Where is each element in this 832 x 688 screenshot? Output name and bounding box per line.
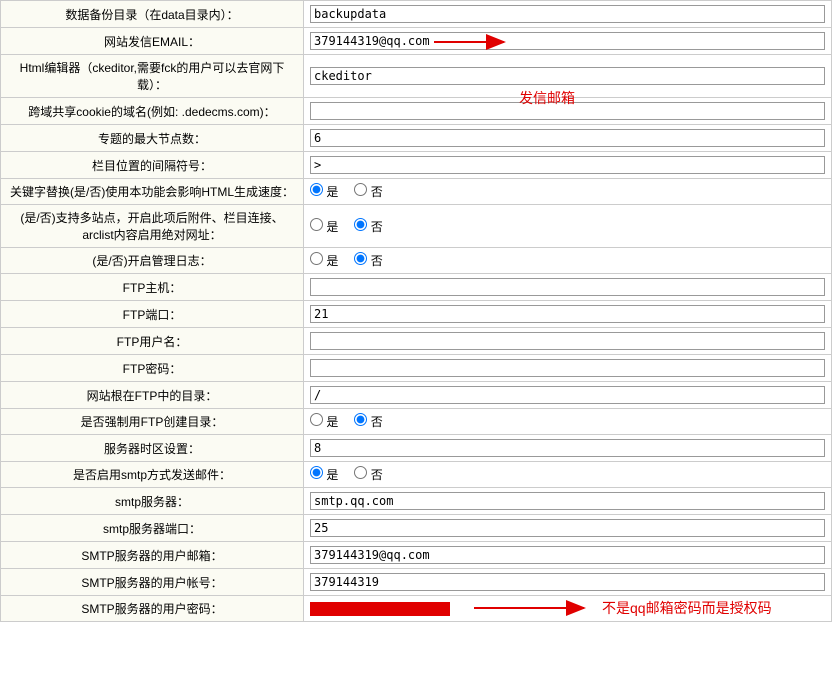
input-site-email[interactable] — [310, 32, 825, 50]
radio-adminlog-yes[interactable] — [310, 252, 323, 265]
label-smtp-server: smtp服务器： — [1, 488, 304, 515]
input-smtp-port[interactable] — [310, 519, 825, 537]
radio-keyword-yes[interactable] — [310, 183, 323, 196]
input-ftp-pass[interactable] — [310, 359, 825, 377]
label-html-editor: Html编辑器（ckeditor,需要fck的用户可以去官网下载）： — [1, 55, 304, 98]
label-smtp-email: SMTP服务器的用户邮箱： — [1, 542, 304, 569]
label-multisite: (是/否)支持多站点，开启此项后附件、栏目连接、arclist内容启用绝对网址： — [1, 205, 304, 248]
label-max-nodes: 专题的最大节点数： — [1, 125, 304, 152]
radio-smtp-yes[interactable] — [310, 466, 323, 479]
radio-smtp-no[interactable] — [354, 466, 367, 479]
input-column-sep[interactable] — [310, 156, 825, 174]
input-smtp-email[interactable] — [310, 546, 825, 564]
label-site-email: 网站发信EMAIL： — [1, 28, 304, 55]
input-html-editor[interactable] — [310, 67, 825, 85]
label-smtp-enable: 是否启用smtp方式发送邮件： — [1, 462, 304, 488]
label-ftp-host: FTP主机： — [1, 274, 304, 301]
label-ftp-pass: FTP密码： — [1, 355, 304, 382]
label-ftp-user: FTP用户名： — [1, 328, 304, 355]
input-backup-dir[interactable] — [310, 5, 825, 23]
label-ftp-force: 是否强制用FTP创建目录： — [1, 409, 304, 435]
input-ftp-host[interactable] — [310, 278, 825, 296]
label-ftp-port: FTP端口： — [1, 301, 304, 328]
label-smtp-port: smtp服务器端口： — [1, 515, 304, 542]
annotation-bottom: 不是qq邮箱密码而是授权码 — [602, 598, 772, 618]
label-timezone: 服务器时区设置： — [1, 435, 304, 462]
label-ftp-root: 网站根在FTP中的目录： — [1, 382, 304, 409]
redacted-block — [310, 602, 450, 616]
arrow-icon — [474, 600, 594, 616]
input-cookie-domain[interactable] — [310, 102, 825, 120]
radio-ftpforce-yes[interactable] — [310, 413, 323, 426]
radio-adminlog-no[interactable] — [354, 252, 367, 265]
label-smtp-pwd: SMTP服务器的用户密码： — [1, 596, 304, 622]
radio-keyword-no[interactable] — [354, 183, 367, 196]
label-admin-log: (是/否)开启管理日志： — [1, 248, 304, 274]
radio-multisite-yes[interactable] — [310, 218, 323, 231]
input-smtp-account[interactable] — [310, 573, 825, 591]
label-column-sep: 栏目位置的间隔符号： — [1, 152, 304, 179]
radio-multisite-no[interactable] — [354, 218, 367, 231]
settings-table: 数据备份目录（在data目录内）： 网站发信EMAIL： 发信邮箱 Html编辑… — [0, 0, 832, 622]
label-backup-dir: 数据备份目录（在data目录内）： — [1, 1, 304, 28]
label-keyword-replace: 关键字替换(是/否)使用本功能会影响HTML生成速度： — [1, 179, 304, 205]
input-ftp-user[interactable] — [310, 332, 825, 350]
input-ftp-port[interactable] — [310, 305, 825, 323]
input-smtp-server[interactable] — [310, 492, 825, 510]
input-timezone[interactable] — [310, 439, 825, 457]
radio-ftpforce-no[interactable] — [354, 413, 367, 426]
input-ftp-root[interactable] — [310, 386, 825, 404]
label-cookie-domain: 跨域共享cookie的域名(例如: .dedecms.com)： — [1, 98, 304, 125]
input-max-nodes[interactable] — [310, 129, 825, 147]
label-smtp-account: SMTP服务器的用户帐号： — [1, 569, 304, 596]
